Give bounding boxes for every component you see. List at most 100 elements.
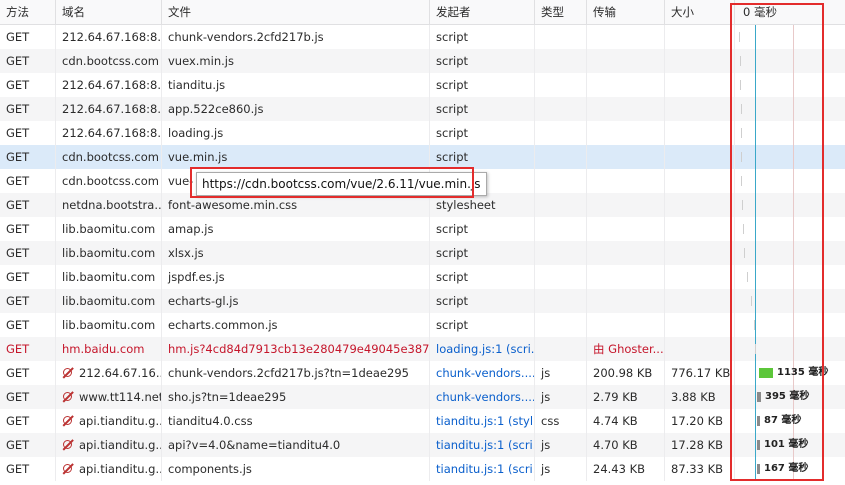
method-cell-text: GET — [6, 54, 30, 68]
header-method[interactable]: 方法 — [0, 0, 56, 24]
method-cell-text: GET — [6, 318, 30, 332]
transferred-cell — [587, 313, 665, 337]
method-cell-text: GET — [6, 198, 30, 212]
initiator-cell-text: chunk-vendors.... — [436, 366, 535, 380]
request-row[interactable]: GET lib.baomitu.com echarts.common.js scrip… — [0, 313, 845, 337]
transferred-cell — [587, 145, 665, 169]
request-row[interactable]: GET api.tianditu.g... tianditu4.0.css tiand… — [0, 409, 845, 433]
method-cell-text: GET — [6, 462, 30, 476]
request-row[interactable]: GET 212.64.67.168:8... app.522ce860.js scri… — [0, 97, 845, 121]
column-header-row: 方法 域名 文件 发起者 类型 传输 大小 0 毫秒 — [0, 0, 845, 25]
file-cell: tianditu.js — [162, 73, 430, 97]
domain-cell: www.tt114.net — [56, 385, 162, 409]
request-row[interactable]: GET lib.baomitu.com xlsx.js script — [0, 241, 845, 265]
tracker-blocked-icon — [62, 391, 75, 402]
method-cell-text: GET — [6, 30, 30, 44]
size-cell: 776.17 KB — [665, 361, 735, 385]
initiator-cell-text: stylesheet — [436, 198, 496, 212]
transferred-cell — [587, 25, 665, 49]
initiator-cell-text: script — [436, 294, 469, 308]
tracker-blocked-icon — [62, 367, 75, 378]
header-size[interactable]: 大小 — [665, 0, 735, 24]
initiator-cell: script — [430, 217, 535, 241]
transferred-cell — [587, 121, 665, 145]
type-cell: js — [535, 361, 587, 385]
method-cell-text: GET — [6, 126, 30, 140]
file-cell-text: amap.js — [168, 222, 214, 236]
request-row[interactable]: GET lib.baomitu.com jspdf.es.js script — [0, 265, 845, 289]
request-row[interactable]: GET cdn.bootcss.com vue.min.js script — [0, 145, 845, 169]
transferred-cell-text: 4.70 KB — [593, 438, 638, 452]
file-cell-text: vue.min.js — [168, 150, 228, 164]
file-cell-text: api?v=4.0&name=tianditu4.0 — [168, 438, 341, 452]
type-cell-text: css — [541, 414, 560, 428]
transferred-cell — [587, 289, 665, 313]
tracker-blocked-icon — [62, 463, 75, 474]
method-cell: GET — [0, 385, 56, 409]
request-row[interactable]: GET cdn.bootcss.com vuex.min.js script — [0, 49, 845, 73]
size-cell — [665, 97, 735, 121]
method-cell-text: GET — [6, 366, 30, 380]
request-row[interactable]: GET 212.64.67.168:8... tianditu.js script — [0, 73, 845, 97]
transferred-cell — [587, 97, 665, 121]
file-cell: sho.js?tn=1deae295 — [162, 385, 430, 409]
file-cell: echarts-gl.js — [162, 289, 430, 313]
type-cell-text: js — [541, 366, 551, 380]
type-cell — [535, 241, 587, 265]
initiator-cell: chunk-vendors.... — [430, 385, 535, 409]
domain-cell: netdna.bootstra... — [56, 193, 162, 217]
method-cell-text: GET — [6, 174, 30, 188]
request-row[interactable]: GET api.tianditu.g... api?v=4.0&name=tiand… — [0, 433, 845, 457]
type-cell — [535, 193, 587, 217]
size-cell — [665, 313, 735, 337]
request-row[interactable]: GET 212.64.67.168:8... loading.js script — [0, 121, 845, 145]
header-type[interactable]: 类型 — [535, 0, 587, 24]
size-cell-text: 87.33 KB — [671, 462, 724, 476]
file-cell-text: font-awesome.min.css — [168, 198, 298, 212]
file-cell-text: xlsx.js — [168, 246, 204, 260]
header-transferred[interactable]: 传输 — [587, 0, 665, 24]
header-initiator[interactable]: 发起者 — [430, 0, 535, 24]
method-cell: GET — [0, 25, 56, 49]
initiator-cell-text: script — [436, 246, 469, 260]
method-cell: GET — [0, 241, 56, 265]
transferred-cell — [587, 241, 665, 265]
type-cell — [535, 49, 587, 73]
initiator-cell-text: script — [436, 270, 469, 284]
request-row[interactable]: GET 212.64.67.16... chunk-vendors.2cfd217b… — [0, 361, 845, 385]
request-row[interactable]: GET lib.baomitu.com echarts-gl.js script — [0, 289, 845, 313]
size-cell-text: 17.28 KB — [671, 438, 724, 452]
transferred-cell — [587, 193, 665, 217]
method-cell: GET — [0, 433, 56, 457]
initiator-cell-text: tianditu.js:1 (styl... — [436, 414, 535, 428]
transferred-cell — [587, 217, 665, 241]
initiator-cell: script — [430, 265, 535, 289]
header-file[interactable]: 文件 — [162, 0, 430, 24]
domain-cell: hm.baidu.com — [56, 337, 162, 361]
request-row[interactable]: GET 212.64.67.168:8... chunk-vendors.2cfd2… — [0, 25, 845, 49]
request-row[interactable]: GET www.tt114.net sho.js?tn=1deae295 chunk-… — [0, 385, 845, 409]
size-cell-text: 17.20 KB — [671, 414, 724, 428]
method-cell-text: GET — [6, 246, 30, 260]
domain-cell-text: lib.baomitu.com — [62, 270, 156, 284]
method-cell: GET — [0, 457, 56, 481]
file-cell-text: hm.js?4cd84d7913cb13e280479e49045e3876 — [168, 342, 430, 356]
size-cell-text: 776.17 KB — [671, 366, 731, 380]
header-domain[interactable]: 域名 — [56, 0, 162, 24]
method-cell: GET — [0, 169, 56, 193]
method-cell: GET — [0, 409, 56, 433]
method-cell-text: GET — [6, 222, 30, 236]
transferred-cell: 由 Ghoster... — [587, 337, 665, 361]
file-cell-text: sho.js?tn=1deae295 — [168, 390, 287, 404]
initiator-cell-text: script — [436, 126, 469, 140]
file-cell-text: components.js — [168, 462, 252, 476]
file-cell: jspdf.es.js — [162, 265, 430, 289]
request-row[interactable]: GET lib.baomitu.com amap.js script — [0, 217, 845, 241]
initiator-cell-text: script — [436, 102, 469, 116]
request-row[interactable]: GET hm.baidu.com hm.js?4cd84d7913cb13e2804… — [0, 337, 845, 361]
domain-cell-text: www.tt114.net — [79, 390, 162, 404]
request-row[interactable]: GET api.tianditu.g... components.js tiandit… — [0, 457, 845, 481]
initiator-cell: script — [430, 97, 535, 121]
domain-cell-text: lib.baomitu.com — [62, 246, 156, 260]
initiator-cell-text: script — [436, 222, 469, 236]
